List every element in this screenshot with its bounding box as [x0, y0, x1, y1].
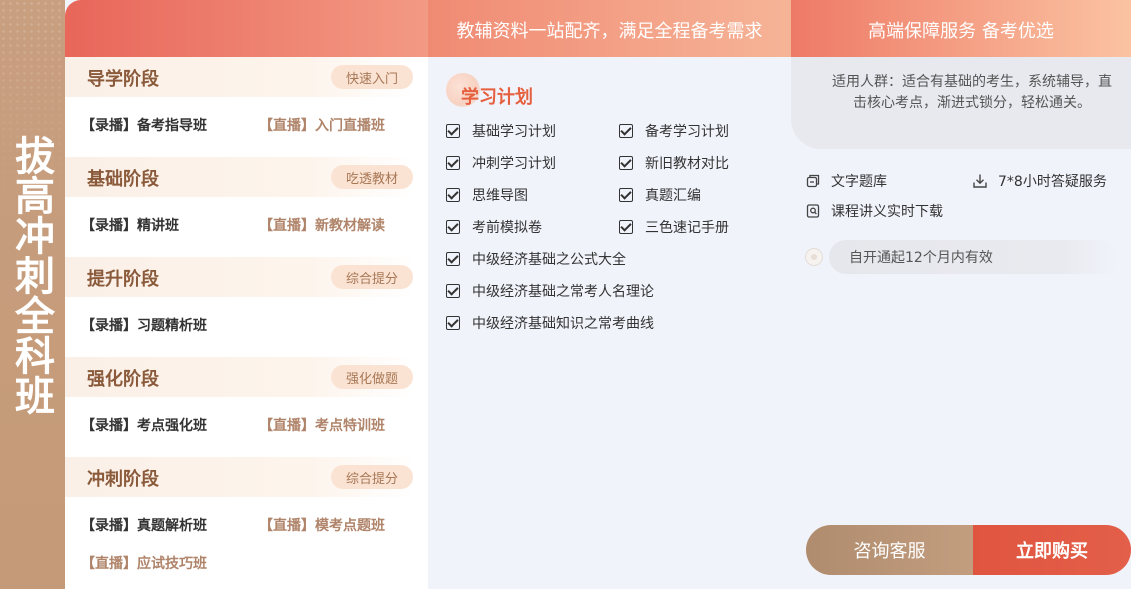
side-strip: 拔高冲刺全科班: [0, 0, 65, 589]
plan-item: 备考学习计划: [619, 121, 729, 141]
plan-item: 思维导图: [446, 185, 528, 205]
plan-item: 三色速记手册: [619, 217, 729, 237]
header-left: [65, 0, 428, 57]
stage-title: 导学阶段: [87, 69, 159, 90]
checkbox-checked-icon: [619, 220, 633, 234]
validity-label: 自开通起12个月内有效: [829, 240, 1119, 274]
service-item: 7*8小时答疑服务: [972, 171, 1107, 191]
course-row: 【录播】习题精析班: [81, 315, 259, 335]
service-item: 文字题库: [805, 171, 887, 191]
checkbox-checked-icon: [446, 316, 460, 330]
stage-tag: 强化做题: [331, 365, 413, 389]
plan-item: 考前模拟卷: [446, 217, 542, 237]
stage-title: 强化阶段: [87, 369, 159, 390]
question-bank-icon: [806, 174, 820, 188]
course-row: 【录播】精讲班 【直播】新教材解读: [81, 215, 385, 235]
course-row: 【录播】考点强化班 【直播】考点特训班: [81, 415, 385, 435]
stage-tag: 综合提分: [331, 465, 413, 489]
course-recorded[interactable]: 【录播】备考指导班: [81, 115, 259, 135]
course-recorded[interactable]: 【录播】习题精析班: [81, 315, 259, 335]
course-recorded[interactable]: 【录播】真题解析班: [81, 515, 259, 535]
plan-item-label: 中级经济基础知识之常考曲线: [472, 316, 654, 332]
product-title: 拔高冲刺全科班: [8, 135, 54, 415]
plan-item: 中级经济基础之公式大全: [446, 249, 626, 269]
stage-tag: 快速入门: [331, 65, 413, 89]
checkbox-checked-icon: [619, 188, 633, 202]
checkbox-checked-icon: [446, 124, 460, 138]
stages-column: 导学阶段 快速入门 【录播】备考指导班 【直播】入门直播班 基础阶段 吃透教材 …: [65, 57, 428, 589]
radio-icon[interactable]: [805, 248, 823, 266]
checkbox-checked-icon: [446, 188, 460, 202]
plan-item: 冲刺学习计划: [446, 153, 556, 173]
buy-now-button[interactable]: 立即购买: [973, 525, 1131, 575]
course-recorded[interactable]: 【录播】精讲班: [81, 215, 259, 235]
course-live[interactable]: 【直播】考点特训班: [259, 415, 385, 435]
header-service: 高端保障服务 备考优选: [791, 0, 1131, 57]
plan-item-label: 思维导图: [472, 188, 528, 204]
plan-item: 真题汇编: [619, 185, 701, 205]
plan-item: 基础学习计划: [446, 121, 556, 141]
plan-title: 学习计划: [461, 87, 533, 108]
plan-item-label: 真题汇编: [645, 188, 701, 204]
stage-tag: 吃透教材: [331, 165, 413, 189]
stage-title: 冲刺阶段: [87, 469, 159, 490]
notes-icon: [806, 204, 820, 218]
checkbox-checked-icon: [619, 156, 633, 170]
service-item: 课程讲义实时下载: [805, 201, 943, 221]
plan-item: 中级经济基础之常考人名理论: [446, 281, 654, 301]
course-row: 【录播】备考指导班 【直播】入门直播班: [81, 115, 385, 135]
plan-item-label: 新旧教材对比: [645, 156, 729, 172]
service-item-label: 7*8小时答疑服务: [998, 174, 1107, 190]
plan-item-label: 冲刺学习计划: [472, 156, 556, 172]
plan-item-label: 基础学习计划: [472, 124, 556, 140]
service-item-label: 文字题库: [831, 174, 887, 190]
product-panel: 教辅资料一站配齐，满足全程备考需求 高端保障服务 备考优选 导学阶段 快速入门 …: [65, 0, 1131, 589]
course-live[interactable]: 【直播】应试技巧班: [81, 553, 207, 573]
validity-option[interactable]: 自开通起12个月内有效: [805, 240, 1125, 274]
plan-item-label: 中级经济基础之公式大全: [472, 252, 626, 268]
audience-description: 适用人群：适合有基础的考生，系统辅导，直击核心考点，渐进式锁分，轻松通关。: [791, 57, 1131, 149]
service-column: 适用人群：适合有基础的考生，系统辅导，直击核心考点，渐进式锁分，轻松通关。 文字…: [791, 57, 1131, 589]
plan-item-label: 考前模拟卷: [472, 220, 542, 236]
action-buttons: 咨询客服 立即购买: [806, 525, 1131, 575]
stage-tag: 综合提分: [331, 265, 413, 289]
stage-title: 提升阶段: [87, 269, 159, 290]
checkbox-checked-icon: [446, 252, 460, 266]
plan-item: 新旧教材对比: [619, 153, 729, 173]
course-live[interactable]: 【直播】模考点题班: [259, 515, 385, 535]
study-plan-column: 学习计划 基础学习计划 备考学习计划 冲刺学习计划 新旧教材对比 思维导图 真题…: [428, 57, 791, 589]
plan-item-label: 三色速记手册: [645, 220, 729, 236]
course-live[interactable]: 【直播】入门直播班: [259, 115, 385, 135]
service-item-label: 课程讲义实时下载: [831, 204, 943, 220]
course-live[interactable]: 【直播】新教材解读: [259, 215, 385, 235]
header-bar: 教辅资料一站配齐，满足全程备考需求 高端保障服务 备考优选: [65, 0, 1131, 57]
checkbox-checked-icon: [619, 124, 633, 138]
checkbox-checked-icon: [446, 220, 460, 234]
plan-item: 中级经济基础知识之常考曲线: [446, 313, 654, 333]
download-icon: [973, 174, 987, 188]
checkbox-checked-icon: [446, 284, 460, 298]
plan-item-label: 中级经济基础之常考人名理论: [472, 284, 654, 300]
plan-item-label: 备考学习计划: [645, 124, 729, 140]
consult-button[interactable]: 咨询客服: [806, 525, 973, 575]
course-row: 【录播】真题解析班 【直播】模考点题班: [81, 515, 385, 535]
header-materials: 教辅资料一站配齐，满足全程备考需求: [428, 0, 791, 57]
checkbox-checked-icon: [446, 156, 460, 170]
course-recorded[interactable]: 【录播】考点强化班: [81, 415, 259, 435]
course-row: 【直播】应试技巧班: [81, 553, 207, 573]
stage-title: 基础阶段: [87, 169, 159, 190]
